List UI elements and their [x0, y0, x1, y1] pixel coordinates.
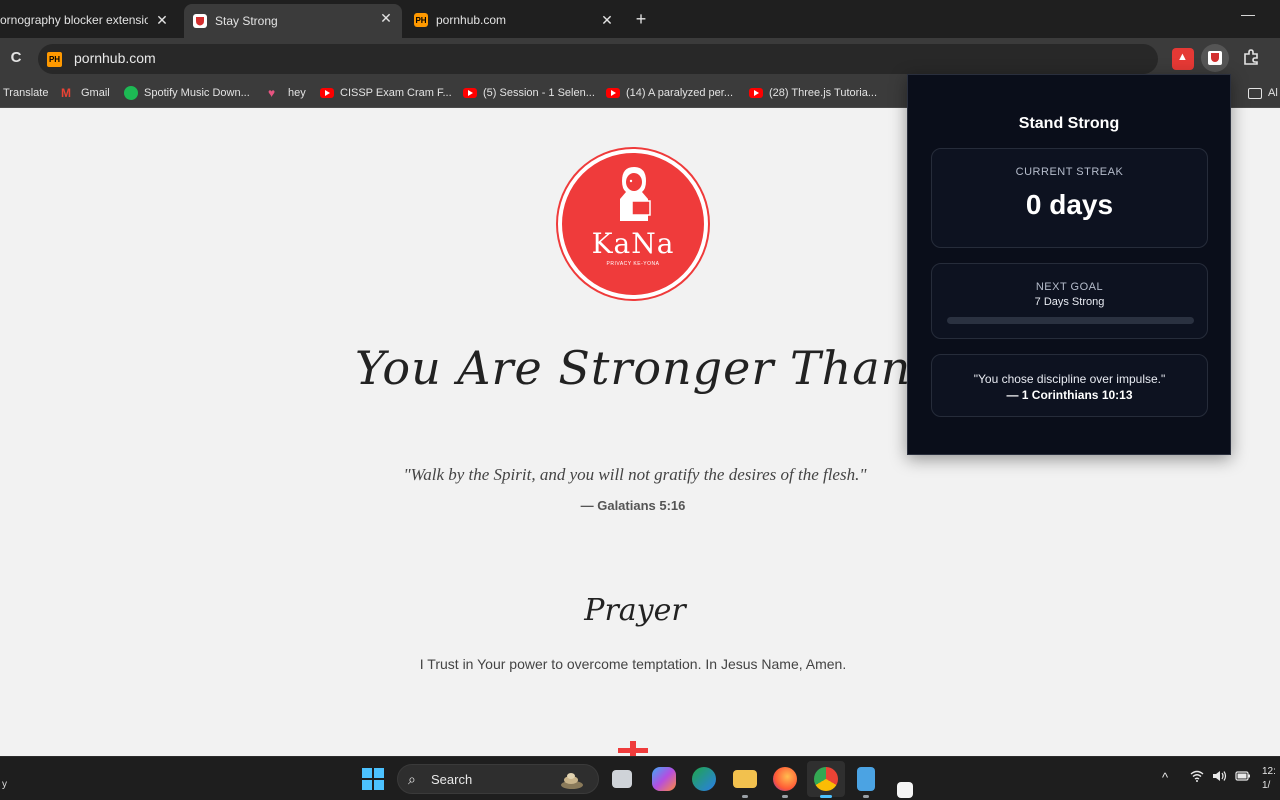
streak-value: 0 days: [1025, 189, 1114, 220]
tab-site[interactable]: PH pornhub.com ✕: [405, 6, 623, 34]
search-icon: ⌕: [408, 771, 416, 787]
stand-strong-extension-button[interactable]: [1201, 44, 1229, 72]
reload-icon[interactable]: C: [6, 48, 26, 68]
bookmark-gmail[interactable]: M Gmail: [61, 85, 110, 101]
bookmark-hey[interactable]: ♥ hey: [268, 85, 306, 101]
search-label: Search: [431, 772, 473, 787]
bookmark-threejs[interactable]: (28) Three.js Tutoria...: [749, 85, 877, 101]
wifi-icon[interactable]: [1190, 770, 1204, 785]
chrome-icon[interactable]: [814, 767, 838, 791]
bookmark-label: Al: [1268, 87, 1278, 99]
bookmark-spotify[interactable]: Spotify Music Down...: [124, 85, 250, 101]
bookmark-label: (28) Three.js Tutoria...: [769, 87, 878, 99]
bookmark-cissp[interactable]: CISSP Exam Cram F...: [320, 85, 452, 101]
tab-strip: ornography blocker extension ✕ Stay Stro…: [0, 0, 1280, 38]
bookmark-label: Spotify Music Down...: [144, 87, 250, 99]
shield-icon: [1208, 51, 1222, 65]
new-tab-button[interactable]: +: [630, 8, 652, 30]
quote-text: "You chose discipline over impulse.": [973, 372, 1166, 386]
clock-time: 12:: [1262, 766, 1276, 777]
youtube-icon: [749, 88, 763, 98]
logo-subtext: PRIVACY KE-YONA: [606, 261, 660, 267]
bookmark-paralyzed[interactable]: (14) A paralyzed per...: [606, 85, 733, 101]
scripture-verse: "Walk by the Spirit, and you will not gr…: [403, 465, 867, 484]
extensions-puzzle-icon[interactable]: [1240, 48, 1262, 70]
kana-logo: KaNa PRIVACY KE-YONA: [558, 149, 708, 299]
bookmark-label: Gmail: [81, 87, 110, 99]
youtube-icon: [606, 88, 620, 98]
goal-card: NEXT GOAL 7 Days Strong: [931, 263, 1208, 339]
goal-label: NEXT GOAL: [1035, 281, 1104, 293]
youtube-icon: [463, 88, 477, 98]
close-icon[interactable]: ✕: [376, 8, 396, 28]
bookmark-label: hey: [288, 87, 306, 99]
snipping-tool-icon[interactable]: [897, 782, 913, 798]
search-highlight-icon: [561, 773, 583, 789]
tab-stay-strong[interactable]: Stay Strong ✕: [184, 4, 402, 38]
windows-taskbar: y ⌕ Search ^ 12: 1/: [0, 756, 1280, 800]
tab-title: pornhub.com: [436, 13, 507, 27]
bookmark-label: (14) A paralyzed per...: [626, 87, 734, 99]
file-explorer-icon[interactable]: [733, 770, 757, 788]
spotify-icon: [124, 86, 138, 100]
cross-icon: [618, 741, 648, 756]
shield-icon: [193, 14, 207, 28]
edge-icon[interactable]: [692, 767, 716, 791]
minimize-button[interactable]: —: [1238, 6, 1258, 26]
tab-title: ornography blocker extension: [0, 13, 148, 27]
clock-date: 1/: [1262, 780, 1271, 791]
running-indicator-active: [820, 795, 832, 798]
hooded-figure-icon: [620, 167, 651, 221]
heart-icon: ♥: [268, 86, 276, 100]
copilot-icon[interactable]: [652, 767, 676, 791]
close-icon[interactable]: ✕: [152, 10, 172, 30]
volume-icon[interactable]: [1212, 770, 1228, 785]
close-icon[interactable]: ✕: [597, 10, 617, 30]
quote-card: "You chose discipline over impulse." — 1…: [931, 354, 1208, 417]
bookmark-all-folder[interactable]: Al: [1248, 85, 1278, 101]
bookmark-label: Translate: [3, 87, 49, 99]
bookmark-session[interactable]: (5) Session - 1 Selen...: [463, 85, 595, 101]
running-indicator: [782, 795, 788, 798]
extension-popup: Stand Strong CURRENT STREAK 0 days NEXT …: [907, 74, 1231, 455]
notepad-icon[interactable]: [857, 767, 875, 791]
site-badge-icon: PH: [47, 52, 62, 67]
prayer-heading: Prayer: [584, 593, 686, 628]
firefox-icon[interactable]: [773, 767, 797, 791]
streak-label: CURRENT STREAK: [1015, 166, 1124, 178]
bookmark-translate[interactable]: Translate: [3, 85, 48, 101]
task-view-icon[interactable]: [612, 770, 632, 788]
streak-card: CURRENT STREAK 0 days: [931, 148, 1208, 248]
gmail-icon: M: [61, 86, 71, 100]
bookmark-label: CISSP Exam Cram F...: [340, 87, 452, 99]
popup-title: Stand Strong: [1018, 115, 1120, 132]
prayer-text: I Trust in Your power to overcome tempta…: [419, 656, 847, 672]
quote-reference: — 1 Corinthians 10:13: [1006, 388, 1133, 402]
windows-start-icon[interactable]: [362, 768, 384, 790]
tray-chevron-icon[interactable]: ^: [1162, 770, 1168, 785]
folder-icon: [1248, 87, 1262, 99]
goal-name: 7 Days Strong: [1034, 296, 1105, 308]
bookmark-label: (5) Session - 1 Selen...: [483, 87, 595, 99]
logo-text: KaNa: [591, 227, 675, 260]
running-indicator: [742, 795, 748, 798]
url-text[interactable]: pornhub.com: [74, 50, 156, 66]
goal-progress-bar: [947, 317, 1194, 324]
browser-toolbar: C PH pornhub.com: [0, 38, 1280, 78]
tab-title: Stay Strong: [215, 14, 278, 28]
taskbar-left-text: y: [2, 779, 7, 790]
taskbar-search[interactable]: ⌕ Search: [397, 764, 599, 794]
address-bar[interactable]: PH pornhub.com: [38, 44, 1158, 74]
system-clock[interactable]: 12: 1/: [1262, 765, 1276, 793]
running-indicator: [863, 795, 869, 798]
battery-icon[interactable]: [1235, 770, 1251, 785]
tab-extension-search[interactable]: ornography blocker extension ✕: [0, 6, 178, 34]
youtube-icon: [320, 88, 334, 98]
site-favicon-icon: PH: [414, 13, 428, 27]
extension-red-icon[interactable]: [1172, 48, 1194, 70]
scripture-reference: — Galatians 5:16: [580, 498, 686, 513]
